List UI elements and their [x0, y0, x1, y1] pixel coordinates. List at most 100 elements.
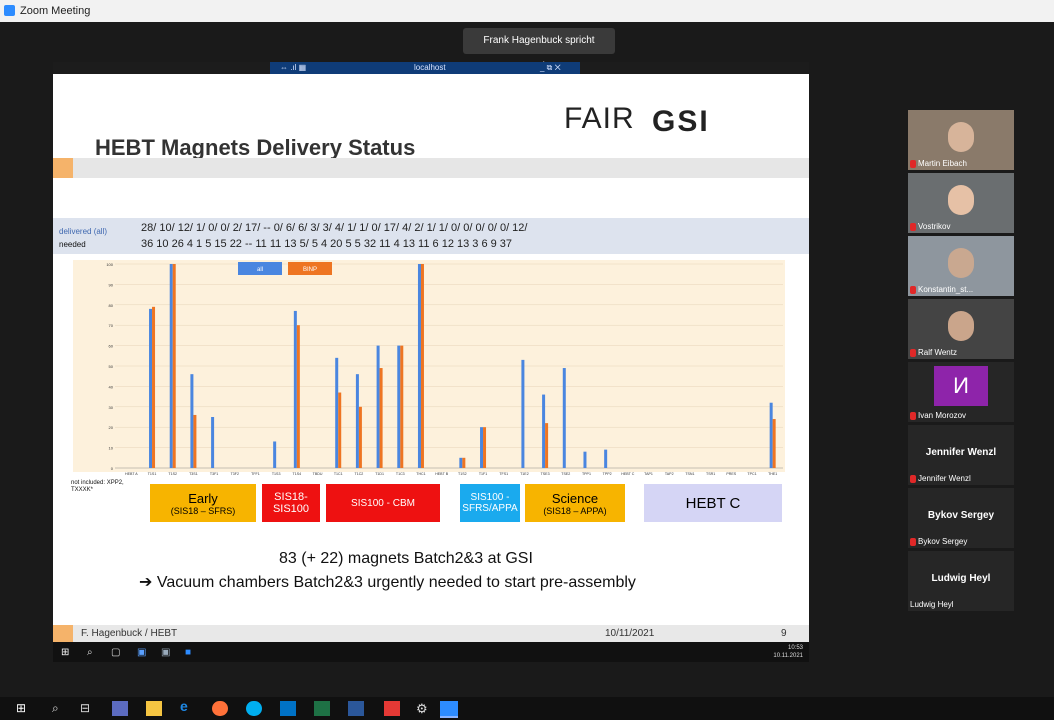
- y-tick-label: 20: [109, 425, 114, 430]
- remote-desktop-icons[interactable]: ⇔ .ıl ▦: [280, 63, 306, 72]
- bar-BINP-the1: [772, 419, 776, 468]
- fair-logo: FAIR: [564, 102, 635, 135]
- participant-name-label: Ludwig Heyl: [910, 600, 954, 609]
- legend-label: BINP: [303, 267, 317, 273]
- x-tick-label: T1F1: [479, 472, 487, 476]
- participant-tile[interactable]: Jennifer Wenzl Jennifer Wenzl: [908, 425, 1014, 485]
- participant-tile[interactable]: Bykov Sergey Bykov Sergey: [908, 488, 1014, 548]
- y-tick-label: 80: [109, 303, 114, 308]
- remote-search-icon[interactable]: ⌕: [87, 647, 93, 658]
- windows-start-icon[interactable]: ⊞: [16, 701, 26, 716]
- participant-tile[interactable]: Ralf Wentz: [908, 299, 1014, 359]
- bar-BINP-t1d1: [379, 368, 383, 468]
- mic-muted-icon: [910, 537, 916, 546]
- participant-display-name: Jennifer Wenzl: [925, 447, 997, 458]
- x-tick-label: TPP2: [603, 472, 612, 476]
- network-tool-icon[interactable]: [112, 701, 128, 716]
- remote-clock: 10:53 10.11.2021: [773, 644, 803, 660]
- participant-name: Bykov Sergey: [918, 537, 968, 546]
- participant-tile[interactable]: Vostrikov: [908, 173, 1014, 233]
- word-icon[interactable]: [348, 701, 364, 716]
- shared-slide: FAIR GSI HEBT Magnets Delivery Status de…: [53, 74, 809, 642]
- participant-tile[interactable]: Ludwig Heyl Ludwig Heyl: [908, 551, 1014, 611]
- x-tick-label: TSN1: [685, 472, 694, 476]
- outlook-icon[interactable]: [280, 701, 296, 716]
- bar-BINP-thc1: [420, 264, 424, 468]
- x-tick-label: T1S1: [148, 472, 157, 476]
- firefox-icon[interactable]: [212, 701, 228, 716]
- x-tick-label: HEBT A: [125, 472, 138, 476]
- category-early: Early (SIS18 – SFRS): [150, 484, 256, 522]
- remote-desktop-connection-tab[interactable]: ⇔ .ıl ▦ localhost _ ⧉ ✕: [270, 62, 580, 74]
- x-tick-label: HEBT C: [621, 472, 635, 476]
- bar-BINP-t3s1: [193, 414, 197, 468]
- remote-zoom-icon[interactable]: ■: [185, 647, 191, 658]
- x-tick-label: T1D1: [375, 472, 384, 476]
- x-tick-label: T1S2: [168, 472, 177, 476]
- mic-muted-icon: [910, 159, 916, 168]
- gsi-logo: GSI: [652, 105, 710, 138]
- x-tick-label: TFS1: [499, 472, 508, 476]
- y-tick-label: 90: [109, 282, 114, 287]
- participant-tile[interactable]: Martin Eibach: [908, 110, 1014, 170]
- statement-magnets: 83 (+ 22) magnets Batch2&3 at GSI: [279, 550, 533, 567]
- x-tick-label: HEBT B: [435, 472, 449, 476]
- x-tick-label: TPC1: [747, 472, 756, 476]
- participant-display-name: Ludwig Heyl: [931, 573, 991, 584]
- participant-name: Konstantin_st...: [918, 285, 974, 294]
- skype-icon[interactable]: [246, 701, 262, 716]
- window-titlebar: Zoom Meeting: [0, 0, 1054, 22]
- mic-muted-icon: [910, 411, 916, 420]
- category-sub: (SIS18 – APPA): [543, 505, 607, 516]
- bar-BINP-tse3: [545, 423, 549, 468]
- settings-gear-icon[interactable]: ⚙: [416, 701, 428, 716]
- search-icon[interactable]: ⌕: [52, 701, 59, 716]
- x-tick-label: TSE2: [561, 472, 570, 476]
- x-tick-label: TBDU: [313, 472, 323, 476]
- category-hebt-c: HEBT C: [644, 484, 782, 522]
- remote-start-icon[interactable]: ⊞: [61, 647, 69, 658]
- remote-app-icon[interactable]: ▣: [161, 647, 170, 658]
- participant-name: Ludwig Heyl: [910, 600, 954, 609]
- category-label: SIS100 -: [470, 492, 510, 503]
- bar-all-t1s1: [149, 308, 153, 468]
- file-explorer-icon[interactable]: [146, 701, 162, 716]
- bar-all-t1d1: [376, 345, 380, 468]
- participant-video: [948, 248, 974, 278]
- participant-tile[interactable]: И Ivan Morozov: [908, 362, 1014, 422]
- remote-window-controls[interactable]: _ ⧉ ✕: [540, 63, 561, 73]
- participant-name: Jennifer Wenzl: [918, 474, 971, 483]
- remote-host-label: localhost: [414, 63, 446, 72]
- participant-name-label: Konstantin_st...: [910, 285, 973, 294]
- x-tick-label: T1C3: [396, 472, 405, 476]
- zoom-taskbar-icon[interactable]: [440, 701, 458, 718]
- x-tick-label: T3F2: [231, 472, 239, 476]
- delivered-values: 28/ 10/ 12/ 1/ 0/ 0/ 2/ 17/ -- 0/ 6/ 6/ …: [141, 222, 528, 234]
- y-tick-label: 60: [109, 344, 114, 349]
- participant-video: [948, 185, 974, 215]
- participant-video: [948, 122, 974, 152]
- needed-values: 36 10 26 4 1 5 15 22 -- 11 11 13 5/ 5 4 …: [141, 238, 513, 250]
- category-label: SIS18-: [274, 491, 308, 503]
- participant-name-label: Ralf Wentz: [910, 348, 957, 357]
- x-tick-label: T1S2: [458, 472, 467, 476]
- category-sub: (SIS18 – SFRS): [170, 505, 236, 516]
- remote-network-icon[interactable]: ▣: [137, 647, 146, 658]
- x-tick-label: PRES: [726, 472, 736, 476]
- excel-icon[interactable]: [314, 701, 330, 716]
- bar-BINP-t1s4: [296, 325, 300, 468]
- statement-vacuum: ➔ Vacuum chambers Batch2&3 urgently need…: [139, 574, 636, 591]
- bar-all-t1f1: [480, 427, 484, 468]
- participant-tile[interactable]: Konstantin_st...: [908, 236, 1014, 296]
- pdf-app-icon[interactable]: [384, 701, 400, 716]
- edge-icon[interactable]: e: [180, 698, 188, 714]
- task-view-icon[interactable]: ⊟: [80, 701, 90, 716]
- x-tick-label: TSE3: [541, 472, 550, 476]
- bar-BINP-t1s2: [172, 264, 176, 468]
- participant-avatar: И: [934, 366, 988, 406]
- bar-BINP-t1c3: [400, 345, 404, 468]
- bar-all-t1c1: [335, 357, 339, 468]
- remote-taskview-icon[interactable]: ▢: [111, 647, 120, 658]
- participant-display-name: Bykov Sergey: [927, 510, 995, 521]
- mic-muted-icon: [910, 474, 916, 483]
